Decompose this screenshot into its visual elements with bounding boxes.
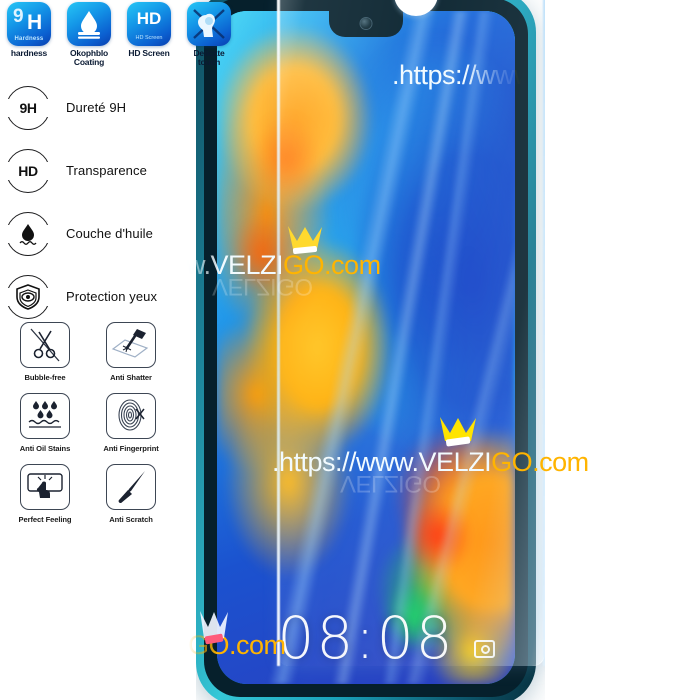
feature-badge-row: 9 H Hardness hardness Okophblo Coating H… [2, 2, 238, 67]
feature-badge-oleophobic: Okophblo Coating [62, 2, 116, 67]
badge-9h-caption: Hardness [14, 36, 44, 42]
grid-item-label: Anti Oil Stains [19, 444, 71, 453]
ring-text: 9H [19, 99, 37, 116]
bullet-hardness: 9H Dureté 9H [6, 76, 192, 139]
badge-9h-digit: 9 [13, 6, 24, 27]
hardness-ring-icon: 9H [6, 85, 50, 130]
phone-body: 08:08 [196, 0, 536, 700]
eye-shield-ring-icon [6, 274, 50, 319]
phone-device: 08:08 [196, 0, 536, 700]
scissors-bubble-icon [20, 322, 70, 368]
knife-scratch-icon [106, 464, 156, 510]
feature-badge-hardness: 9 H Hardness hardness [2, 2, 56, 67]
phone-bezel: 08:08 [204, 0, 528, 697]
bullet-transparence: HD Transparence [6, 139, 192, 202]
grid-item-label: Anti Fingerprint [103, 444, 159, 453]
hd-screen-icon: HD HD Screen [127, 2, 171, 46]
front-camera-icon [360, 18, 372, 29]
feature-icon-grid: Bubble-free Anti Shatter Anti Oil Stains… [12, 322, 164, 535]
grid-row: Bubble-free Anti Shatter [12, 322, 164, 382]
grid-item-label: Bubble-free [24, 373, 66, 382]
badge-hd-text: HD [136, 9, 162, 28]
grid-item-anti-shatter: Anti Shatter [98, 322, 164, 382]
oil-stains-icon [20, 393, 70, 439]
grid-item-bubble-free: Bubble-free [12, 322, 78, 382]
badge-hd-caption: HD Screen [135, 35, 163, 41]
perfect-feeling-icon [20, 464, 70, 510]
fingerprint-icon [106, 393, 156, 439]
grid-item-label: Perfect Feeling [18, 515, 72, 524]
grid-item-anti-scratch: Anti Scratch [98, 464, 164, 524]
screen-gloss [217, 11, 515, 684]
oleophobic-coating-icon [67, 2, 111, 46]
oil-drop-ring-icon [6, 211, 50, 256]
grid-row: Perfect Feeling Anti Scratch [12, 464, 164, 524]
hardness-9h-icon: 9 H Hardness [7, 2, 51, 46]
hd-ring-icon: HD [6, 148, 50, 193]
bullet-label: Protection yeux [66, 289, 158, 304]
glass-left-edge [277, 0, 280, 666]
background-right [545, 0, 700, 700]
phone-screen: 08:08 [217, 11, 515, 684]
delicate-touch-icon [187, 2, 231, 46]
product-image: 08:08 .https://www w.VELZIGO.com VELZIGO… [0, 0, 700, 700]
grid-item-perfect-feeling: Perfect Feeling [12, 464, 78, 524]
grid-item-anti-fingerprint: Anti Fingerprint [98, 393, 164, 453]
bullet-oil-coating: Couche d'huile [6, 202, 192, 265]
feature-badge-label: Delicate touch [193, 48, 225, 67]
feature-bullet-list: 9H Dureté 9H HD Transparence Couche d'hu… [6, 76, 192, 328]
ring-text: HD [18, 162, 38, 179]
bullet-label: Transparence [66, 163, 147, 178]
bullet-eye-protection: Protection yeux [6, 265, 192, 328]
feature-badge-delicate-touch: Delicate touch [182, 2, 236, 67]
grid-item-label: Anti Scratch [109, 515, 153, 524]
grid-item-anti-oil: Anti Oil Stains [12, 393, 78, 453]
feature-badge-hd-screen: HD HD Screen HD Screen [122, 2, 176, 67]
grid-row: Anti Oil Stains Anti Fingerprint [12, 393, 164, 453]
grid-item-label: Anti Shatter [110, 373, 152, 382]
hammer-shatter-icon [106, 322, 156, 368]
bullet-label: Dureté 9H [66, 100, 127, 115]
bullet-label: Couche d'huile [66, 226, 153, 241]
feature-badge-label: Okophblo Coating [69, 48, 109, 67]
feature-badge-label: hardness [10, 48, 48, 58]
feature-badge-label: HD Screen [128, 48, 170, 58]
lock-screen-clock: 08:08 [277, 604, 455, 672]
badge-9h-letter: H [27, 11, 43, 34]
camera-icon[interactable] [474, 640, 495, 658]
